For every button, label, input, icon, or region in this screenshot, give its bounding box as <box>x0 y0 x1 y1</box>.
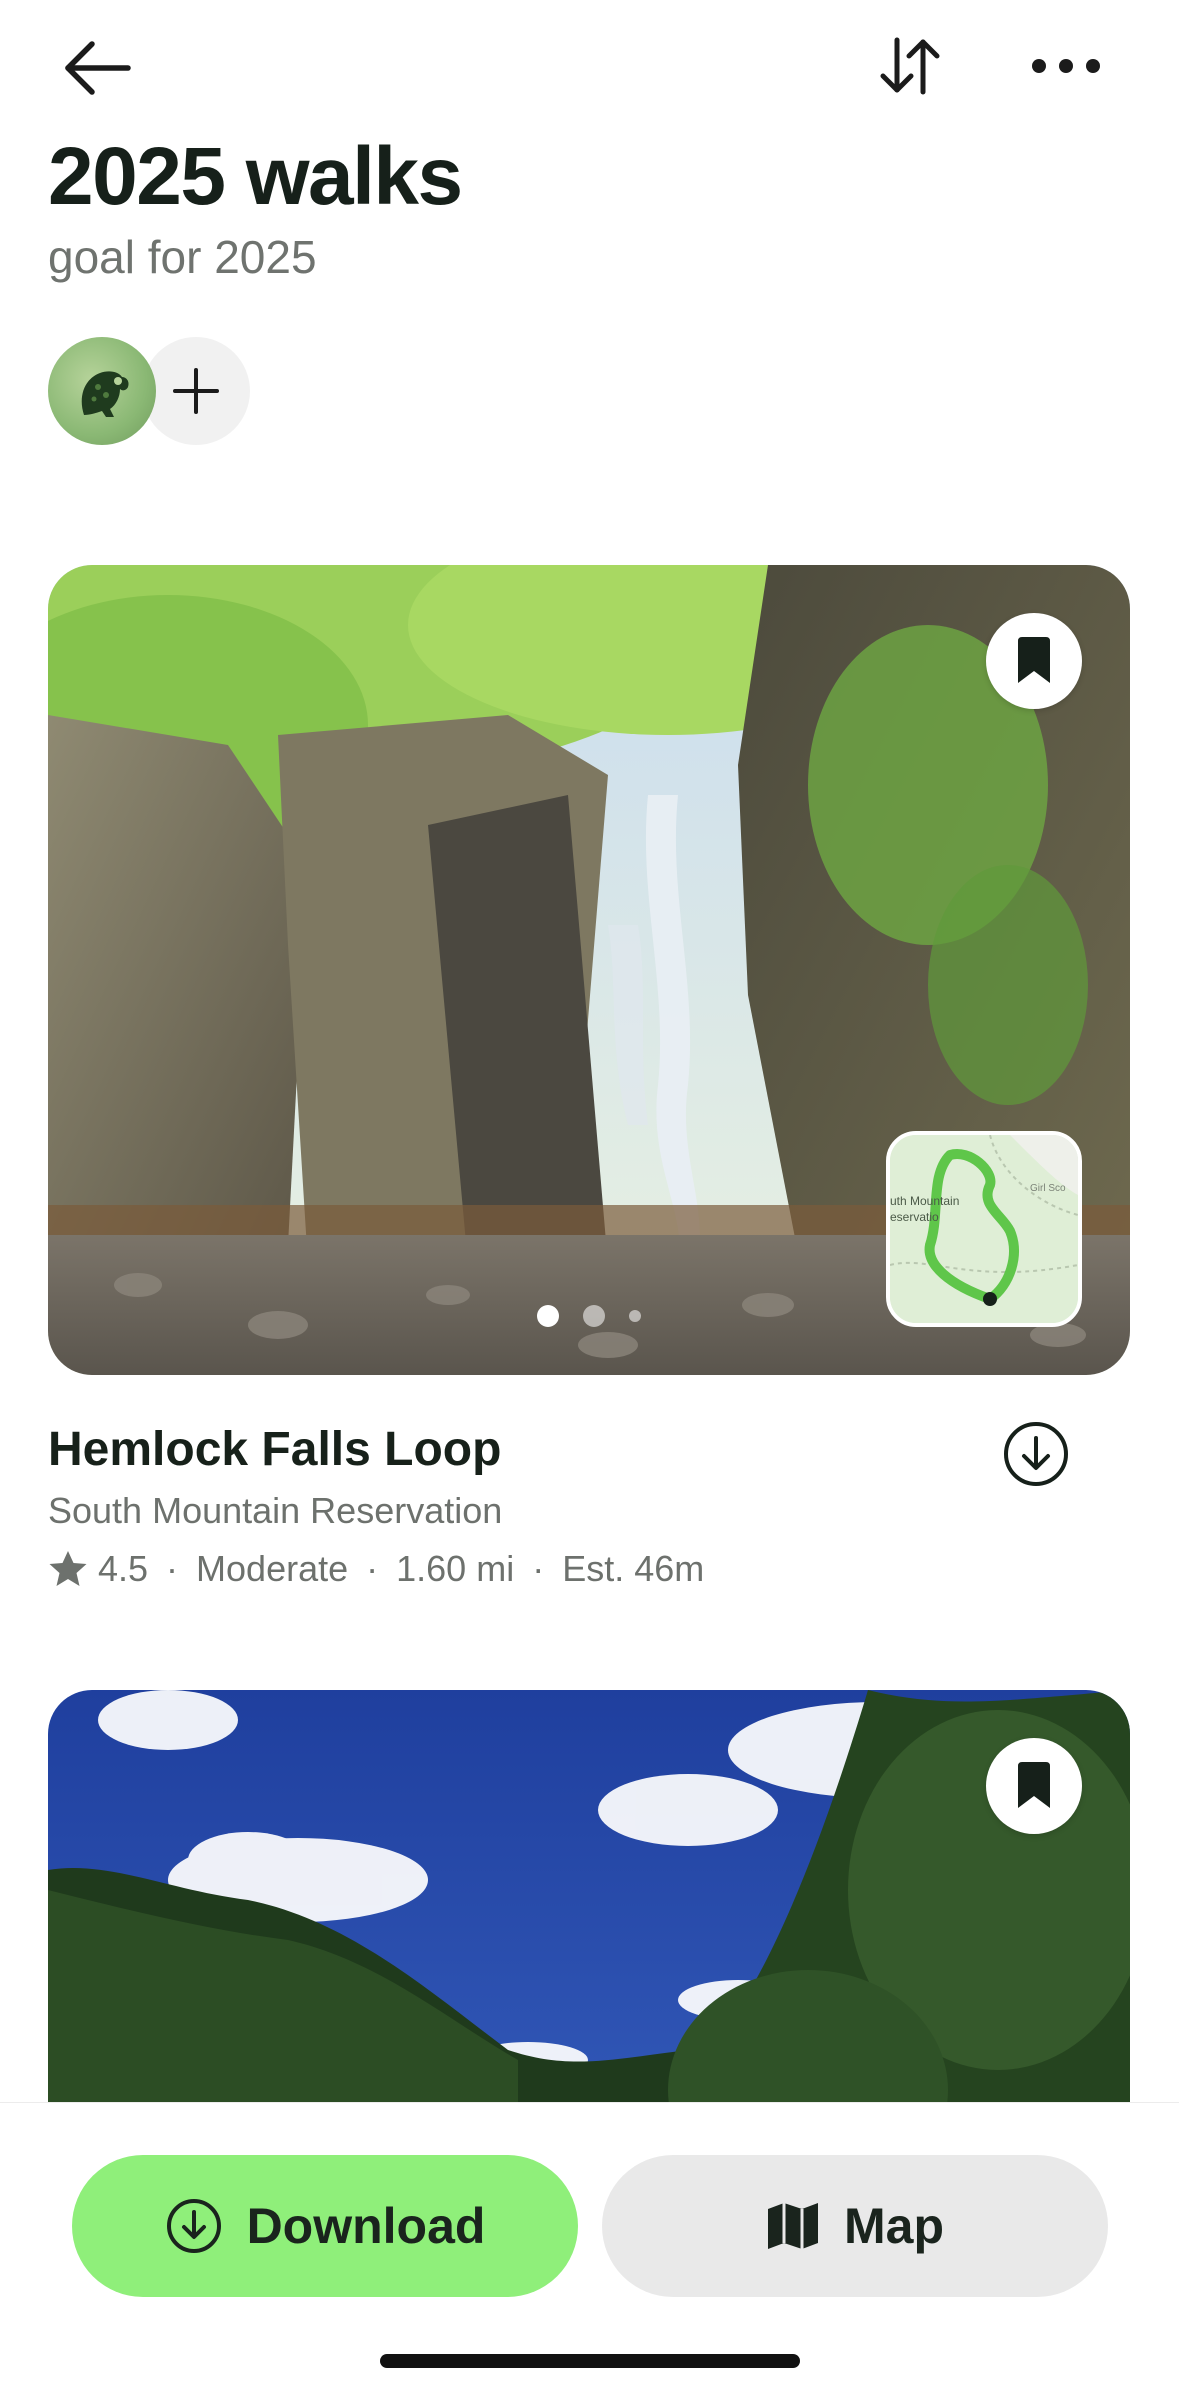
list-title: 2025 walks <box>48 131 463 222</box>
list-subtitle: goal for 2025 <box>48 231 317 283</box>
arrow-left-icon <box>65 41 131 95</box>
sort-button[interactable] <box>860 26 960 106</box>
map-label-girl-scout: Girl Sco <box>1030 1183 1066 1194</box>
back-button[interactable] <box>40 28 148 108</box>
trail-download-button[interactable] <box>1000 1418 1072 1490</box>
separator: · <box>532 1548 545 1589</box>
bookmark-icon <box>1018 637 1050 683</box>
carousel-indicator <box>48 1305 1130 1327</box>
member-avatar[interactable] <box>48 337 156 445</box>
separator: · <box>366 1548 379 1589</box>
trail-photo-carousel[interactable]: uth Mountain eservatio Girl Sco <box>48 565 1130 1375</box>
download-circle-icon <box>166 2199 221 2253</box>
page: 2025 walks goal for 2025 uth Mountain es… <box>0 0 1179 2396</box>
trail-location: South Mountain Reservation <box>48 1490 503 1531</box>
separator: · <box>166 1548 179 1589</box>
trail-stats: 4.5 · Moderate · 1.60 mi · Est. 46m <box>48 1548 704 1590</box>
carousel-dot-active[interactable] <box>537 1305 559 1327</box>
star-icon <box>49 1551 87 1586</box>
carousel-dot[interactable] <box>583 1305 605 1327</box>
trail-map-thumbnail[interactable]: uth Mountain eservatio Girl Sco <box>886 1131 1082 1327</box>
add-member-button[interactable] <box>142 337 250 445</box>
bookmark-icon <box>1018 1762 1050 1808</box>
plus-icon <box>173 368 219 414</box>
trail-estimated-time: Est. 46m <box>562 1548 705 1589</box>
map-label-reservation: eservatio <box>890 1210 939 1224</box>
download-list-button[interactable]: Download <box>72 2155 578 2297</box>
more-options-button[interactable] <box>1016 26 1116 106</box>
bottom-action-bar: Download Map <box>0 2102 1179 2396</box>
trail-rating: 4.5 <box>98 1548 149 1589</box>
frog-avatar-icon <box>81 371 129 417</box>
trail-difficulty: Moderate <box>196 1548 349 1589</box>
trail-route-map: uth Mountain eservatio Girl Sco <box>890 1135 1078 1323</box>
map-icon <box>768 2203 818 2249</box>
download-button-label: Download <box>246 2198 486 2254</box>
trail-name[interactable]: Hemlock Falls Loop <box>48 1422 501 1477</box>
carousel-dot[interactable] <box>629 1310 641 1322</box>
bookmark-button-2[interactable] <box>986 1738 1082 1834</box>
map-view-button[interactable]: Map <box>602 2155 1108 2297</box>
map-label-mountain: uth Mountain <box>890 1194 959 1208</box>
more-horizontal-icon <box>1032 59 1100 73</box>
sort-arrows-icon <box>880 37 940 95</box>
map-button-label: Map <box>844 2198 944 2254</box>
trail-length: 1.60 mi <box>396 1548 515 1589</box>
bookmark-button[interactable] <box>986 613 1082 709</box>
download-circle-icon <box>1004 1422 1068 1486</box>
home-indicator[interactable] <box>380 2354 800 2368</box>
